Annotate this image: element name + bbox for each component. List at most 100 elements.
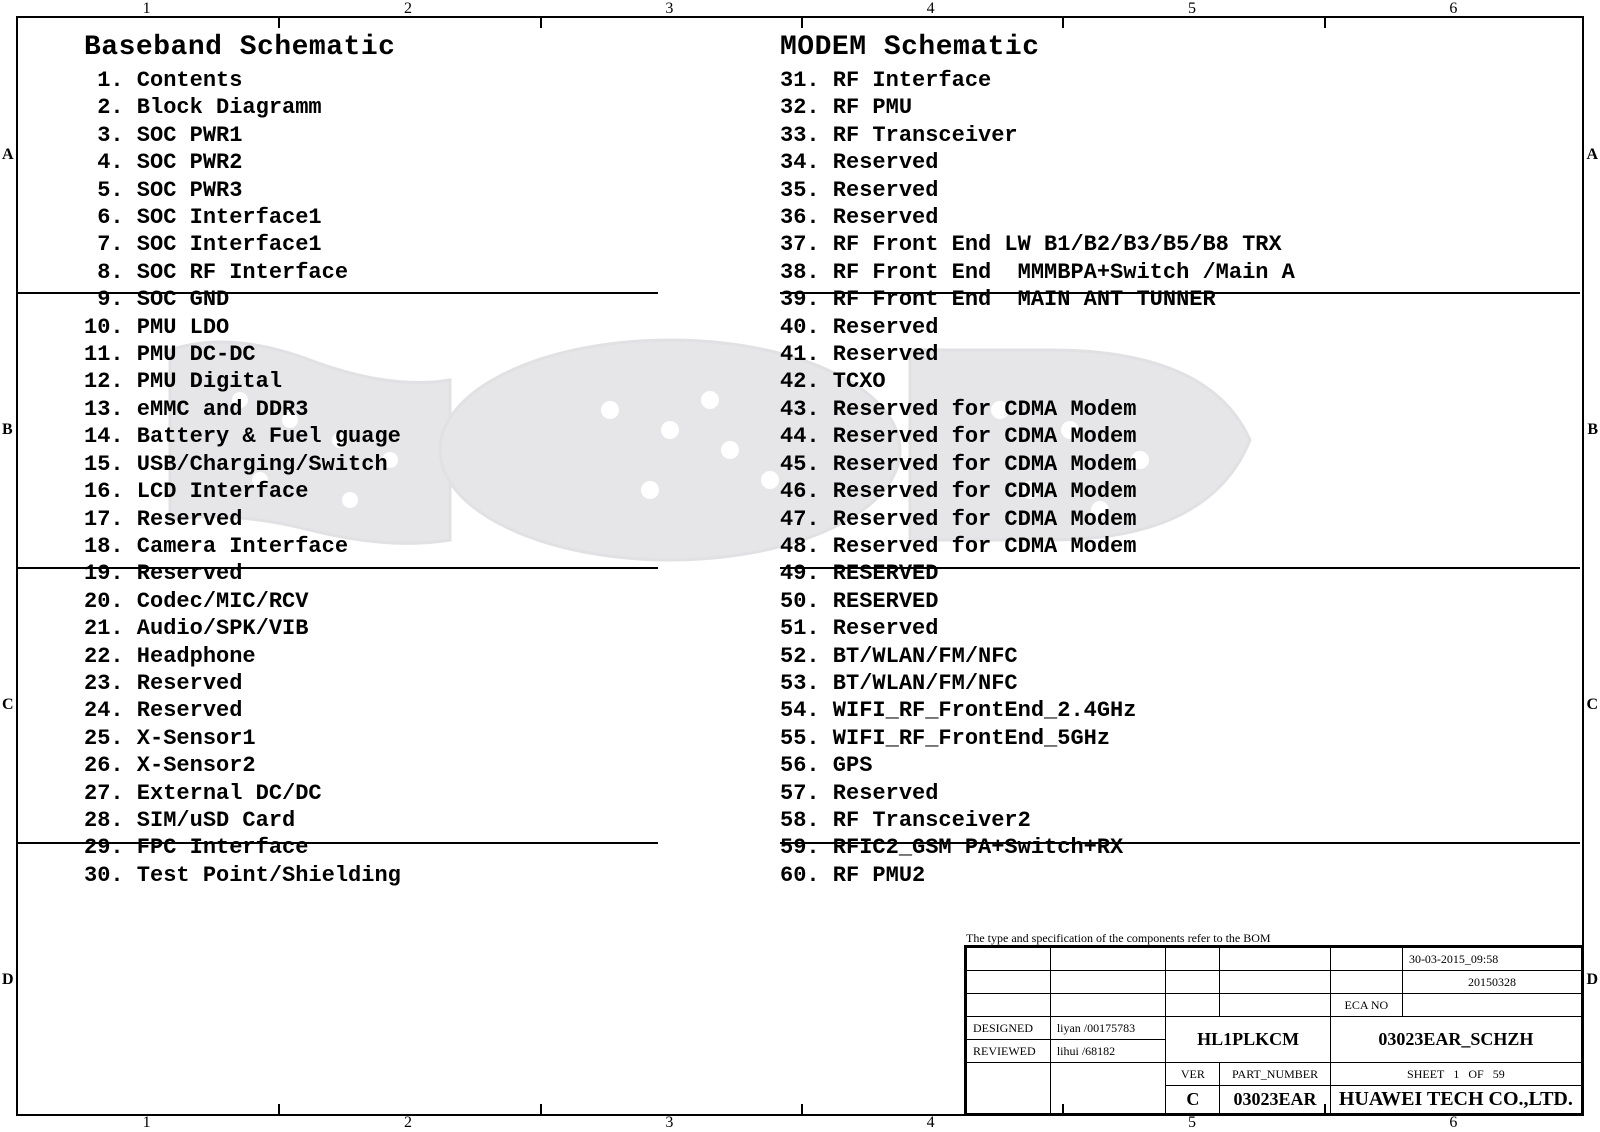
company: HUAWEI TECH CO.,LTD. xyxy=(1330,1086,1581,1114)
toc-item: 60. RF PMU2 xyxy=(780,862,1580,889)
designed-by: liyan /00175783 xyxy=(1050,1017,1166,1040)
toc-item: 34. Reserved xyxy=(780,149,1580,176)
toc-item: 36. Reserved xyxy=(780,204,1580,231)
toc-item: 46. Reserved for CDMA Modem xyxy=(780,478,1580,505)
sheet-label: SHEET xyxy=(1407,1067,1444,1081)
toc-item: 28. SIM/uSD Card xyxy=(84,807,724,834)
ruler-col-bot: 6 xyxy=(1449,1114,1457,1132)
baseband-column: Baseband Schematic 1. Contents 2. Block … xyxy=(84,32,724,889)
eca-label: ECA NO xyxy=(1330,994,1402,1017)
version: C xyxy=(1166,1086,1220,1114)
toc-item: 32. RF PMU xyxy=(780,94,1580,121)
toc-item: 40. Reserved xyxy=(780,314,1580,341)
toc-item: 30. Test Point/Shielding xyxy=(84,862,724,889)
ruler-row-right: D xyxy=(1586,971,1598,989)
drawing-frame: Baseband Schematic 1. Contents 2. Block … xyxy=(16,16,1584,1116)
ruler-row-right: A xyxy=(1586,146,1598,164)
baseband-title: Baseband Schematic xyxy=(84,32,724,63)
schematic-toc-page: Baseband Schematic 1. Contents 2. Block … xyxy=(0,0,1600,1132)
toc-item: 18. Camera Interface xyxy=(84,533,724,560)
toc-item: 56. GPS xyxy=(780,752,1580,779)
toc-item: 58. RF Transceiver2 xyxy=(780,807,1580,834)
ruler-col-top: 5 xyxy=(1188,0,1196,18)
baseband-list: 1. Contents 2. Block Diagramm 3. SOC PWR… xyxy=(84,67,724,889)
ruler-col-top: 4 xyxy=(927,0,935,18)
ver-label: VER xyxy=(1166,1063,1220,1086)
ruler-col-bot: 2 xyxy=(404,1114,412,1132)
toc-item: 49. RESERVED xyxy=(780,560,1580,587)
toc-item: 51. Reserved xyxy=(780,615,1580,642)
toc-item: 20. Codec/MIC/RCV xyxy=(84,588,724,615)
toc-item: 17. Reserved xyxy=(84,506,724,533)
reviewed-by: lihui /68182 xyxy=(1050,1040,1166,1063)
toc-item: 57. Reserved xyxy=(780,780,1580,807)
components-note: The type and specification of the compon… xyxy=(966,931,1271,945)
toc-item: 3. SOC PWR1 xyxy=(84,122,724,149)
date: 20150328 xyxy=(1402,971,1581,994)
modem-title: MODEM Schematic xyxy=(780,32,1580,63)
toc-item: 35. Reserved xyxy=(780,177,1580,204)
toc-item: 24. Reserved xyxy=(84,697,724,724)
toc-item: 13. eMMC and DDR3 xyxy=(84,396,724,423)
ruler-row-left: D xyxy=(2,971,14,989)
toc-item: 55. WIFI_RF_FrontEnd_5GHz xyxy=(780,725,1580,752)
ruler-row-right: C xyxy=(1586,696,1598,714)
toc-item: 53. BT/WLAN/FM/NFC xyxy=(780,670,1580,697)
toc-item: 9. SOC GND xyxy=(84,286,724,313)
ruler-col-bot: 5 xyxy=(1188,1114,1196,1132)
toc-item: 14. Battery & Fuel guage xyxy=(84,423,724,450)
toc-item: 21. Audio/SPK/VIB xyxy=(84,615,724,642)
toc-item: 2. Block Diagramm xyxy=(84,94,724,121)
toc-item: 8. SOC RF Interface xyxy=(84,259,724,286)
toc-item: 7. SOC Interface1 xyxy=(84,231,724,258)
toc-item: 48. Reserved for CDMA Modem xyxy=(780,533,1580,560)
toc-item: 45. Reserved for CDMA Modem xyxy=(780,451,1580,478)
designed-label: DESIGNED xyxy=(967,1017,1051,1040)
toc-item: 52. BT/WLAN/FM/NFC xyxy=(780,643,1580,670)
sheet-current: 1 xyxy=(1453,1067,1459,1081)
toc-item: 37. RF Front End LW B1/B2/B3/B5/B8 TRX xyxy=(780,231,1580,258)
board-name: HL1PLKCM xyxy=(1166,1017,1330,1063)
ruler-col-bot: 4 xyxy=(927,1114,935,1132)
title-block: The type and specification of the compon… xyxy=(964,945,1582,1114)
toc-item: 27. External DC/DC xyxy=(84,780,724,807)
toc-item: 41. Reserved xyxy=(780,341,1580,368)
toc-item: 15. USB/Charging/Switch xyxy=(84,451,724,478)
ruler-col-top: 3 xyxy=(665,0,673,18)
sheet-of: OF xyxy=(1468,1067,1483,1081)
toc-item: 19. Reserved xyxy=(84,560,724,587)
toc-item: 47. Reserved for CDMA Modem xyxy=(780,506,1580,533)
toc-item: 10. PMU LDO xyxy=(84,314,724,341)
toc-item: 59. RFIC2_GSM PA+Switch+RX xyxy=(780,834,1580,861)
ruler-row-left: B xyxy=(2,421,13,439)
timestamp: 30-03-2015_09:58 xyxy=(1402,948,1581,971)
toc-item: 38. RF Front End MMMBPA+Switch /Main A xyxy=(780,259,1580,286)
toc-item: 12. PMU Digital xyxy=(84,368,724,395)
toc-item: 4. SOC PWR2 xyxy=(84,149,724,176)
toc-item: 39. RF Front End MAIN ANT TUNNER xyxy=(780,286,1580,313)
ruler-row-left: A xyxy=(2,146,14,164)
toc-item: 44. Reserved for CDMA Modem xyxy=(780,423,1580,450)
toc-item: 54. WIFI_RF_FrontEnd_2.4GHz xyxy=(780,697,1580,724)
toc-item: 31. RF Interface xyxy=(780,67,1580,94)
modem-list: 31. RF Interface32. RF PMU33. RF Transce… xyxy=(780,67,1580,889)
toc-item: 33. RF Transceiver xyxy=(780,122,1580,149)
toc-item: 42. TCXO xyxy=(780,368,1580,395)
doc-number: 03023EAR_SCHZH xyxy=(1330,1017,1581,1063)
toc-item: 23. Reserved xyxy=(84,670,724,697)
ruler-row-left: C xyxy=(2,696,14,714)
ruler-col-top: 2 xyxy=(404,0,412,18)
ruler-col-top: 1 xyxy=(143,0,151,18)
ruler-row-right: B xyxy=(1587,421,1598,439)
toc-item: 5. SOC PWR3 xyxy=(84,177,724,204)
toc-item: 6. SOC Interface1 xyxy=(84,204,724,231)
modem-column: MODEM Schematic 31. RF Interface32. RF P… xyxy=(780,32,1580,889)
toc-item: 26. X-Sensor2 xyxy=(84,752,724,779)
ruler-col-bot: 1 xyxy=(143,1114,151,1132)
toc-item: 43. Reserved for CDMA Modem xyxy=(780,396,1580,423)
reviewed-label: REVIEWED xyxy=(967,1040,1051,1063)
partnum-label: PART_NUMBER xyxy=(1220,1063,1330,1086)
toc-item: 25. X-Sensor1 xyxy=(84,725,724,752)
ruler-col-bot: 3 xyxy=(665,1114,673,1132)
sheet-total: 59 xyxy=(1493,1067,1505,1081)
